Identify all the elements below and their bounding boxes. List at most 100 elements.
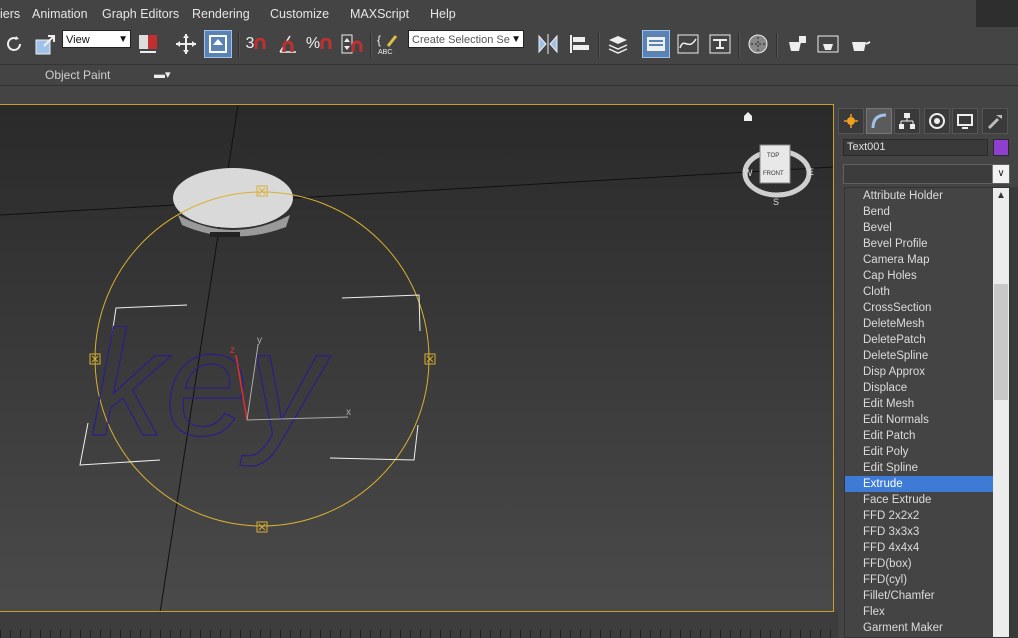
material-editor-icon[interactable]: [744, 30, 772, 58]
modifier-list-dropdown[interactable]: ∨: [843, 164, 1010, 184]
scale-icon[interactable]: [32, 30, 60, 58]
toolbar-separator: [238, 33, 240, 57]
timeline-ticks: [0, 630, 838, 638]
toolbar-separator: [598, 33, 600, 57]
utilities-tab-icon[interactable]: [982, 108, 1008, 134]
select-and-place-icon[interactable]: [204, 30, 232, 58]
list-item[interactable]: Cap Holes: [845, 268, 993, 284]
list-item[interactable]: CrossSection: [845, 300, 993, 316]
chevron-down-icon: ▼: [511, 34, 521, 45]
list-item[interactable]: Edit Spline: [845, 460, 993, 476]
scene-explorer-icon[interactable]: [642, 30, 670, 58]
named-selection-sets-dropdown[interactable]: Create Selection Se ▼: [408, 30, 524, 48]
chevron-down-icon[interactable]: ∨: [992, 165, 1009, 183]
reference-coordinate-value: View: [66, 34, 90, 46]
list-item[interactable]: Edit Normals: [845, 412, 993, 428]
list-item[interactable]: FFD(cyl): [845, 572, 993, 588]
list-item[interactable]: Displace: [845, 380, 993, 396]
list-item[interactable]: FFD 3x3x3: [845, 524, 993, 540]
menu-help[interactable]: Help: [430, 7, 456, 21]
rendered-frame-window-icon[interactable]: [814, 30, 842, 58]
curve-editor-icon[interactable]: [674, 30, 702, 58]
home-icon: [744, 112, 752, 121]
menu-bar: iers Animation Graph Editors Rendering C…: [0, 0, 1018, 27]
snap-3d-label: 3: [245, 35, 255, 52]
pivot-center-icon[interactable]: [134, 30, 162, 58]
viewport-canvas: key z y x TOP FRONT W E S: [0, 105, 833, 611]
list-item[interactable]: DeletePatch: [845, 332, 993, 348]
menu-customize[interactable]: Customize: [270, 7, 329, 21]
modify-tab-icon[interactable]: [866, 108, 892, 134]
schematic-view-icon[interactable]: [706, 30, 734, 58]
angle-snap-icon[interactable]: [274, 30, 302, 58]
ribbon-options-icon[interactable]: ▬▾: [154, 68, 171, 81]
scrollbar-thumb[interactable]: [994, 284, 1008, 400]
gizmo-z-label: z: [230, 345, 235, 356]
list-item[interactable]: Bend: [845, 204, 993, 220]
gizmo-x-label: x: [346, 407, 351, 418]
create-tab-icon[interactable]: [838, 108, 864, 134]
layer-explorer-icon[interactable]: [604, 30, 632, 58]
select-and-manipulate-icon[interactable]: [172, 30, 200, 58]
list-item[interactable]: Fillet/Chamfer: [845, 588, 993, 604]
modifier-list-popup: Attribute Holder Bend Bevel Bevel Profil…: [844, 187, 1010, 638]
spinner-snap-icon[interactable]: [337, 30, 365, 58]
list-item[interactable]: Edit Mesh: [845, 396, 993, 412]
list-item[interactable]: Face Extrude: [845, 492, 993, 508]
list-item[interactable]: Disp Approx: [845, 364, 993, 380]
menu-modifiers[interactable]: iers: [0, 7, 20, 21]
list-item[interactable]: FFD 4x4x4: [845, 540, 993, 556]
snap-3d-icon[interactable]: 3: [242, 30, 270, 58]
list-item[interactable]: FFD 2x2x2: [845, 508, 993, 524]
main-toolbar: View ▼ 3 % { ABC Create Selection Se ▼: [0, 27, 1018, 65]
object-name-field[interactable]: Text001: [843, 139, 988, 156]
perspective-viewport[interactable]: key z y x TOP FRONT W E S: [0, 104, 834, 612]
gizmo-y-label: y: [257, 335, 262, 346]
object-color-swatch[interactable]: [993, 139, 1009, 156]
svg-text:ABC: ABC: [378, 49, 392, 56]
reference-coordinate-dropdown[interactable]: View ▼: [62, 30, 131, 48]
list-item[interactable]: DeleteMesh: [845, 316, 993, 332]
render-production-icon[interactable]: [846, 30, 874, 58]
rotate-icon[interactable]: [0, 30, 28, 58]
svg-text:{: {: [377, 33, 381, 47]
list-item[interactable]: Attribute Holder: [845, 188, 993, 204]
mirror-icon[interactable]: [534, 30, 562, 58]
timeline-strip: [0, 612, 838, 638]
named-selection-sets-placeholder: Create Selection Se: [412, 34, 510, 46]
percent-snap-label: %: [305, 35, 321, 52]
object-paint-tab[interactable]: Object Paint: [45, 68, 110, 82]
list-item[interactable]: Bevel: [845, 220, 993, 236]
menu-maxscript[interactable]: MAXScript: [350, 7, 409, 21]
ribbon: Object Paint ▬▾: [0, 65, 1018, 86]
list-item[interactable]: Flex: [845, 604, 993, 620]
viewport-layout-strip: [0, 86, 1018, 104]
menu-graph-editors[interactable]: Graph Editors: [102, 7, 179, 21]
chevron-up-icon[interactable]: ▲: [993, 188, 1009, 204]
motion-tab-icon[interactable]: [924, 108, 950, 134]
hierarchy-tab-icon[interactable]: [894, 108, 920, 134]
align-icon[interactable]: [566, 30, 594, 58]
menu-rendering[interactable]: Rendering: [192, 7, 250, 21]
list-item-selected[interactable]: Extrude: [845, 476, 993, 492]
list-item[interactable]: DeleteSpline: [845, 348, 993, 364]
list-item[interactable]: Cloth: [845, 284, 993, 300]
render-setup-icon[interactable]: [782, 30, 810, 58]
percent-snap-icon[interactable]: %: [305, 30, 333, 58]
edit-named-selection-icon[interactable]: { ABC: [374, 30, 402, 58]
display-tab-icon[interactable]: [952, 108, 978, 134]
key-text-object[interactable]: key: [89, 298, 332, 467]
list-item[interactable]: FFD(box): [845, 556, 993, 572]
list-item[interactable]: Bevel Profile: [845, 236, 993, 252]
list-item[interactable]: Camera Map: [845, 252, 993, 268]
list-item[interactable]: Garment Maker: [845, 620, 993, 636]
modifier-list-scrollbar[interactable]: ▲: [993, 188, 1009, 637]
menu-animation[interactable]: Animation: [32, 7, 88, 21]
viewcube-east-label: E: [808, 167, 814, 177]
list-item[interactable]: Edit Patch: [845, 428, 993, 444]
list-item[interactable]: Edit Poly: [845, 444, 993, 460]
viewcube[interactable]: TOP FRONT W E S: [742, 144, 814, 207]
viewcube-west-label: W: [744, 168, 753, 178]
toolbar-separator: [738, 33, 740, 57]
viewcube-front-label: FRONT: [763, 171, 784, 177]
